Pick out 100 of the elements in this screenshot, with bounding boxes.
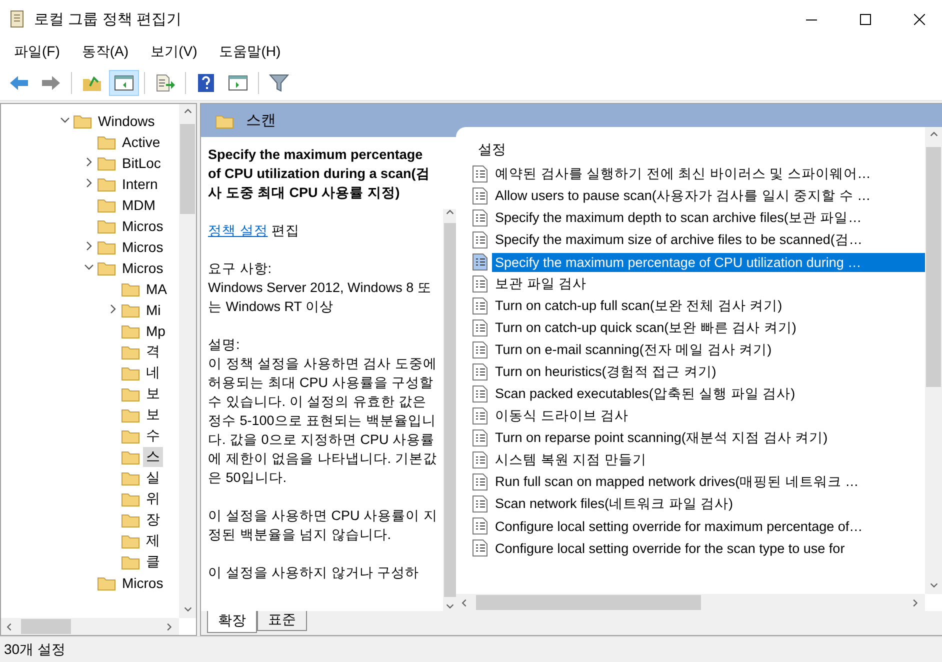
column-header[interactable]: 설정 — [472, 133, 925, 163]
setting-item[interactable]: 시스템 복원 지점 만들기 — [492, 449, 925, 471]
menu-item[interactable]: 도움말(H) — [211, 40, 289, 64]
setting-item[interactable]: 예약된 검사를 실행하기 전에 최신 바이러스 및 스파이웨어… — [492, 163, 925, 185]
window-title: 로컬 그룹 정책 편집기 — [34, 10, 183, 28]
close-icon — [914, 14, 924, 24]
chevron-right-icon[interactable] — [84, 178, 94, 188]
tree-item[interactable]: 수 — [143, 426, 163, 446]
scroll-up-icon[interactable] — [444, 209, 454, 217]
tree-item[interactable]: BitLoc — [119, 154, 164, 172]
tree-item[interactable]: Micros — [119, 574, 166, 592]
folder-icon — [97, 154, 116, 170]
tree-item[interactable]: 보 — [143, 404, 163, 424]
setting-item[interactable]: Run full scan on mapped network drives(매핑된 네트워크 … — [492, 471, 925, 493]
edit-policy-link[interactable]: 정책 설정 — [208, 223, 268, 238]
document-icon — [472, 495, 488, 513]
tree-item[interactable]: MDM — [119, 196, 158, 214]
setting-item[interactable]: Turn on reparse point scanning(재분석 지점 검사 켜기) — [492, 427, 925, 449]
toolbar-button[interactable] — [109, 70, 139, 96]
filter-icon — [269, 74, 289, 92]
view-tab[interactable]: 표준 — [257, 611, 307, 631]
setting-item[interactable]: Scan network files(네트워크 파일 검사) — [492, 493, 925, 515]
vertical-scrollbar[interactable] — [925, 127, 942, 594]
document-icon — [472, 407, 488, 425]
link-suffix: 편집 — [272, 223, 300, 238]
tree-item[interactable]: Windows — [95, 112, 158, 130]
scrollbar-thumb[interactable] — [180, 124, 195, 214]
section-title: 스캔 — [246, 111, 276, 130]
chevron-right-icon[interactable] — [84, 240, 94, 250]
document-icon — [472, 517, 488, 535]
setting-item[interactable]: Turn on catch-up full scan(보완 전체 검사 켜기) — [492, 295, 925, 317]
chevron-down-icon[interactable] — [84, 262, 94, 272]
document-icon — [472, 539, 488, 557]
folder-icon — [121, 280, 140, 296]
scroll-up-icon[interactable] — [928, 131, 938, 139]
tree-item[interactable]: 실 — [143, 468, 163, 488]
tree-item[interactable]: Micros — [119, 238, 166, 256]
folder-icon — [121, 302, 140, 318]
tree-item[interactable]: Micros — [119, 258, 166, 276]
document-icon — [472, 253, 488, 271]
document-icon — [472, 231, 488, 249]
tree-item[interactable]: 장 — [143, 510, 163, 530]
document-icon — [472, 385, 488, 403]
status-text: 30개 설정 — [4, 640, 66, 658]
help-icon — [197, 73, 215, 93]
tree-item[interactable]: 격 — [143, 342, 163, 362]
tree-item[interactable]: 제 — [143, 530, 163, 550]
setting-item[interactable]: Specify the maximum depth to scan archive files(보관 파일… — [492, 207, 925, 229]
tree-item[interactable]: 네 — [143, 362, 163, 382]
scrollbar-thumb[interactable] — [926, 147, 941, 387]
scroll-down-icon[interactable] — [444, 603, 454, 611]
setting-item[interactable]: Specify the maximum percentage of CPU utilization during … — [492, 252, 925, 272]
folder-icon — [121, 512, 140, 528]
scroll-icon — [8, 9, 26, 29]
setting-item[interactable]: 보관 파일 검사 — [492, 273, 925, 295]
scroll-down-icon[interactable] — [928, 582, 938, 590]
folder-icon — [121, 406, 140, 422]
scroll-up-icon[interactable] — [182, 108, 192, 116]
chevron-down-icon[interactable] — [60, 114, 70, 124]
tree-item[interactable]: 스 — [143, 446, 163, 466]
view-tab[interactable]: 확장 — [207, 611, 257, 633]
setting-item[interactable]: Scan packed executables(압축된 실행 파일 검사) — [492, 383, 925, 405]
folder-icon — [97, 134, 116, 150]
tree-item[interactable]: MA — [143, 280, 170, 298]
menu-item[interactable]: 보기(V) — [142, 40, 206, 64]
setting-item[interactable]: Configure local setting override for maximum percentage of… — [492, 516, 925, 536]
folder-icon — [121, 386, 140, 402]
horizontal-scrollbar[interactable] — [1, 618, 179, 635]
setting-item[interactable]: Specify the maximum size of archive files to be scanned(검… — [492, 229, 925, 251]
scroll-down-icon[interactable] — [182, 606, 192, 614]
menu-item[interactable]: 파일(F) — [6, 40, 68, 64]
chevron-right-icon[interactable] — [84, 156, 94, 166]
folder-icon — [121, 322, 140, 338]
tree-item[interactable]: 위 — [143, 488, 163, 508]
tree-item[interactable]: 보 — [143, 384, 163, 404]
setting-item[interactable]: 이동식 드라이브 검사 — [492, 405, 925, 427]
tree-item[interactable]: Mi — [143, 300, 164, 318]
tree-item[interactable]: Intern — [119, 174, 161, 192]
scrollbar-thumb[interactable] — [476, 595, 701, 610]
vertical-scrollbar[interactable] — [179, 104, 196, 618]
setting-item[interactable]: Turn on catch-up quick scan(보완 빠른 검사 켜기) — [492, 317, 925, 339]
tree-item[interactable]: 클 — [143, 552, 163, 572]
folder-icon — [121, 344, 140, 360]
menu-item[interactable]: 동작(A) — [74, 40, 137, 64]
requirements-text: Windows Server 2012, Windows 8 또는 Windows RT 이상 — [208, 279, 432, 316]
folder-icon — [121, 554, 140, 570]
tree-item[interactable]: Mp — [143, 322, 168, 340]
folder-icon — [97, 218, 116, 234]
maximize-icon — [860, 14, 870, 24]
setting-item[interactable]: Turn on heuristics(경험적 접근 켜기) — [492, 361, 925, 383]
folder-icon — [121, 490, 140, 506]
setting-item[interactable]: Allow users to pause scan(사용자가 검사를 일시 중지할 수 … — [492, 185, 925, 207]
scrollbar-thumb[interactable] — [21, 619, 71, 634]
setting-item[interactable]: Turn on e-mail scanning(전자 메일 검사 켜기) — [492, 339, 925, 361]
folder-icon — [73, 112, 92, 128]
setting-item[interactable]: Configure local setting override for the scan type to use for — [492, 538, 925, 558]
export-list-icon — [155, 74, 175, 92]
tree-item[interactable]: Active — [119, 132, 164, 150]
chevron-right-icon[interactable] — [108, 304, 118, 314]
tree-item[interactable]: Micros — [119, 216, 166, 234]
